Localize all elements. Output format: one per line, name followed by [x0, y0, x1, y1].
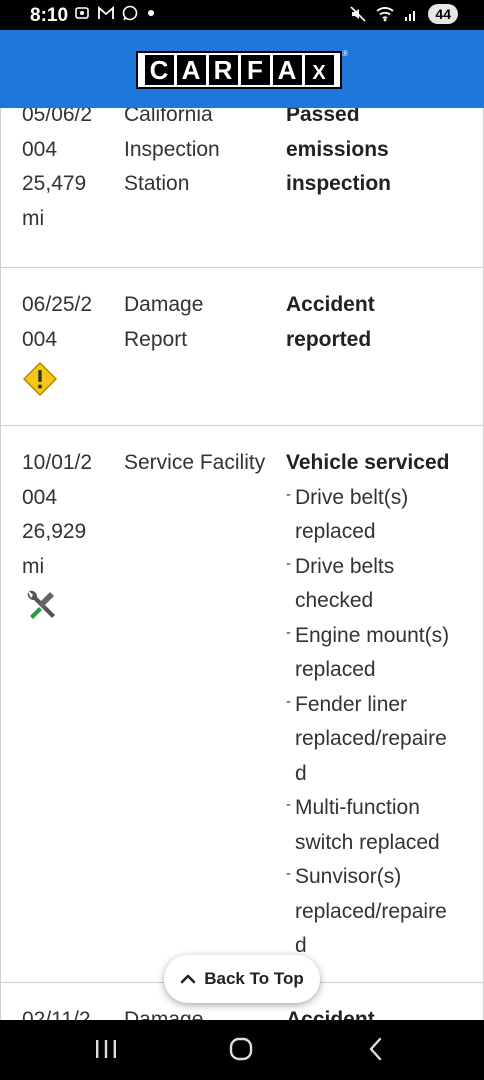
record-source: California Inspection Station: [124, 108, 282, 202]
detail-item: Sunvisor(s) replaced/repaire d: [286, 857, 471, 964]
mute-icon: [350, 6, 366, 22]
comment-line: Accident: [286, 293, 375, 316]
app-header: CARFAX ®: [0, 30, 484, 108]
detail-line: d: [295, 934, 307, 957]
source-line: Report: [124, 327, 188, 351]
detail-line: Drive belts: [295, 554, 395, 578]
detail-line: Engine mount(s): [295, 623, 450, 647]
recent-apps-icon[interactable]: [94, 1034, 118, 1069]
source-line: California: [124, 108, 213, 126]
logo-letter: C: [144, 55, 174, 85]
notification-icons: [74, 4, 155, 21]
logo-letter: F: [240, 55, 270, 85]
detail-line: Fender liner: [295, 692, 408, 716]
comment-line: Vehicle serviced: [286, 451, 450, 474]
source-line: Service Facility: [124, 451, 266, 474]
record-date: 06/25/2 004: [22, 288, 112, 409]
detail-item: Drive belts checked: [286, 547, 471, 619]
detail-item: Fender liner replaced/repaire d: [286, 685, 471, 792]
date-line: 004: [22, 137, 58, 161]
record-date: 05/06/2 004 25,479 mi: [22, 108, 112, 236]
record-date: 02/11/2: [22, 1003, 112, 1020]
dot-icon: [147, 10, 154, 17]
warning-icon: [22, 361, 112, 409]
comment-line: reported: [286, 327, 372, 351]
date-line: 02/11/2: [22, 1008, 91, 1020]
wrench-screwdriver-icon: [22, 588, 112, 636]
detail-line: replaced: [295, 658, 376, 681]
gmail-icon: [98, 6, 115, 20]
date-line: 06/25/2: [22, 293, 93, 316]
date-line: 004: [22, 327, 58, 351]
detail-line: checked: [295, 589, 374, 612]
record-source: Damage Report: [124, 288, 282, 357]
logo-letter: A: [272, 55, 302, 85]
detail-item: Engine mount(s) replaced: [286, 616, 471, 688]
logo-letter: X: [304, 55, 334, 85]
source-line: Inspection: [124, 137, 220, 161]
status-right-icons: 44: [350, 4, 458, 24]
detail-line: switch replaced: [295, 830, 440, 854]
source-line: Damage: [124, 293, 204, 316]
detail-line: Drive belt(s): [295, 485, 409, 509]
odometer-line: mi: [22, 206, 45, 230]
back-icon[interactable]: [364, 1034, 388, 1069]
detail-line: d: [295, 761, 307, 785]
date-line: 10/01/2: [22, 451, 93, 474]
registered-mark: ®: [342, 49, 348, 58]
comment-line: inspection: [286, 172, 392, 195]
record-comment: Accident: [286, 1003, 471, 1020]
comment-line: emissions: [286, 137, 389, 161]
record-source: Service Facility: [124, 446, 282, 481]
battery-indicator: 44: [428, 4, 458, 24]
record-comment: Passed emissions inspection: [286, 108, 471, 202]
wifi-icon: [376, 7, 395, 22]
logo-letter: R: [208, 55, 238, 85]
status-bar: 8:10 44: [0, 0, 484, 30]
odometer-line: 26,929: [22, 520, 87, 543]
record-date: 10/01/2 004 26,929 mi: [22, 446, 112, 636]
odometer-line: 25,479: [22, 172, 87, 195]
history-list[interactable]: 05/06/2 004 25,479 mi California Inspect…: [0, 108, 484, 1020]
record-comment: Accident reported: [286, 288, 471, 357]
odometer-line: mi: [22, 554, 45, 578]
home-icon[interactable]: [226, 1034, 256, 1069]
back-to-top-button[interactable]: Back To Top: [164, 955, 320, 1003]
status-time: 8:10: [30, 5, 69, 26]
comment-line: Accident: [286, 1008, 375, 1020]
system-nav-bar: [0, 1020, 484, 1080]
record-comment: Vehicle serviced Drive belt(s) replaced …: [286, 446, 471, 964]
record-source: Damage: [124, 1003, 282, 1020]
detail-line: replaced: [295, 520, 376, 543]
history-record: 06/25/2 004 Damage Report Accident repor…: [0, 268, 484, 426]
whatsapp-icon: [123, 5, 138, 21]
screenshot-icon: [75, 7, 89, 19]
source-line: Station: [124, 172, 190, 195]
source-line: Damage: [124, 1008, 204, 1020]
history-record: 05/06/2 004 25,479 mi California Inspect…: [0, 108, 484, 268]
detail-line: Sunvisor(s): [295, 865, 402, 888]
logo-letter: A: [176, 55, 206, 85]
date-line: 004: [22, 485, 58, 509]
date-line: 05/06/2: [22, 108, 93, 126]
history-record: 10/01/2 004 26,929 mi Service Facility V…: [0, 426, 484, 983]
signal-icon: [405, 11, 416, 21]
carfax-logo[interactable]: CARFAX ®: [136, 49, 348, 89]
detail-line: Multi-function: [295, 796, 420, 819]
detail-item: Drive belt(s) replaced: [286, 478, 471, 550]
detail-item: Multi-function switch replaced: [286, 788, 471, 860]
chevron-up-icon: [180, 974, 196, 984]
back-to-top-label: Back To Top: [204, 969, 304, 988]
detail-line: replaced/repaire: [295, 727, 447, 750]
detail-line: replaced/repaire: [295, 899, 447, 923]
comment-line: Passed: [286, 108, 360, 126]
